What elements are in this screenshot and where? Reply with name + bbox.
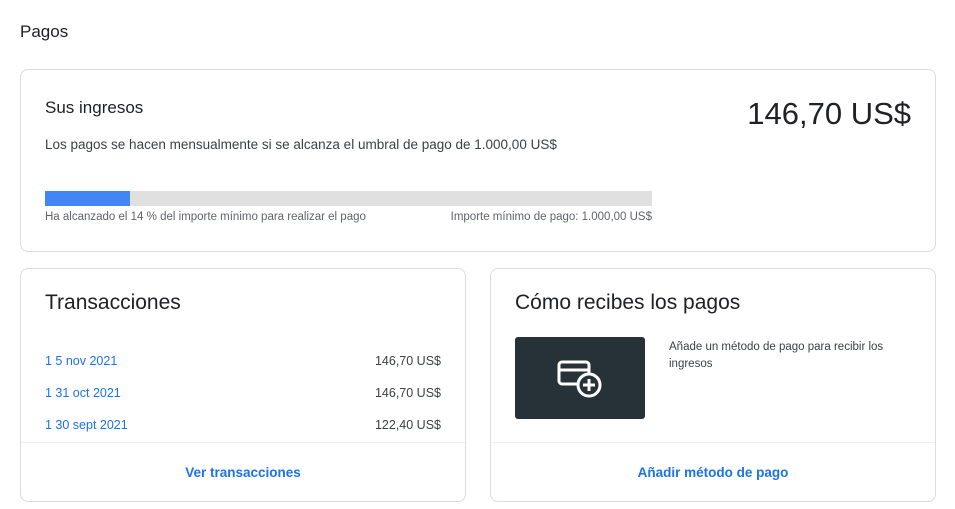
view-transactions-link[interactable]: Ver transacciones: [185, 465, 301, 480]
payment-method-card: Cómo recibes los pagos Añade un método d…: [490, 268, 936, 502]
transaction-amount: 146,70 US$: [374, 386, 441, 400]
payment-method-footer: Añadir método de pago: [491, 442, 935, 501]
transaction-row[interactable]: 1 5 nov 2021 146,70 US$: [45, 345, 441, 377]
transaction-amount: 122,40 US$: [374, 418, 441, 432]
payment-method-hint: Añade un método de pago para recibir los…: [669, 341, 884, 370]
transaction-amount: 146,70 US$: [374, 354, 441, 368]
add-payment-method-link[interactable]: Añadir método de pago: [638, 465, 789, 480]
add-card-icon: [557, 360, 602, 398]
transactions-card: Transacciones 1 5 nov 2021 146,70 US$ 1 …: [20, 268, 466, 502]
transaction-date-link[interactable]: 1 31 oct 2021: [45, 386, 121, 400]
earnings-card: Sus ingresos Los pagos se hacen mensualm…: [20, 69, 936, 252]
transactions-title: Transacciones: [45, 291, 181, 314]
transaction-date-link[interactable]: 1 5 nov 2021: [45, 354, 117, 368]
payment-threshold-progress-bar: [45, 191, 652, 206]
transaction-date-link[interactable]: 1 30 sept 2021: [45, 418, 128, 432]
progress-right-label: Importe mínimo de pago: 1.000,00 US$: [450, 211, 652, 223]
progress-fill: [45, 191, 130, 206]
earnings-description: Los pagos se hacen mensualmente si se al…: [45, 137, 557, 152]
page-title: Pagos: [20, 22, 69, 41]
transaction-row[interactable]: 1 31 oct 2021 146,70 US$: [45, 377, 441, 409]
transactions-footer: Ver transacciones: [21, 442, 465, 501]
payment-card-illustration: [515, 337, 645, 419]
transaction-row[interactable]: 1 30 sept 2021 122,40 US$: [45, 409, 441, 441]
transactions-list: 1 5 nov 2021 146,70 US$ 1 31 oct 2021 14…: [45, 345, 441, 441]
earnings-amount: 146,70 US$: [747, 96, 911, 131]
payment-method-title: Cómo recibes los pagos: [515, 291, 741, 314]
earnings-heading: Sus ingresos: [45, 98, 144, 117]
